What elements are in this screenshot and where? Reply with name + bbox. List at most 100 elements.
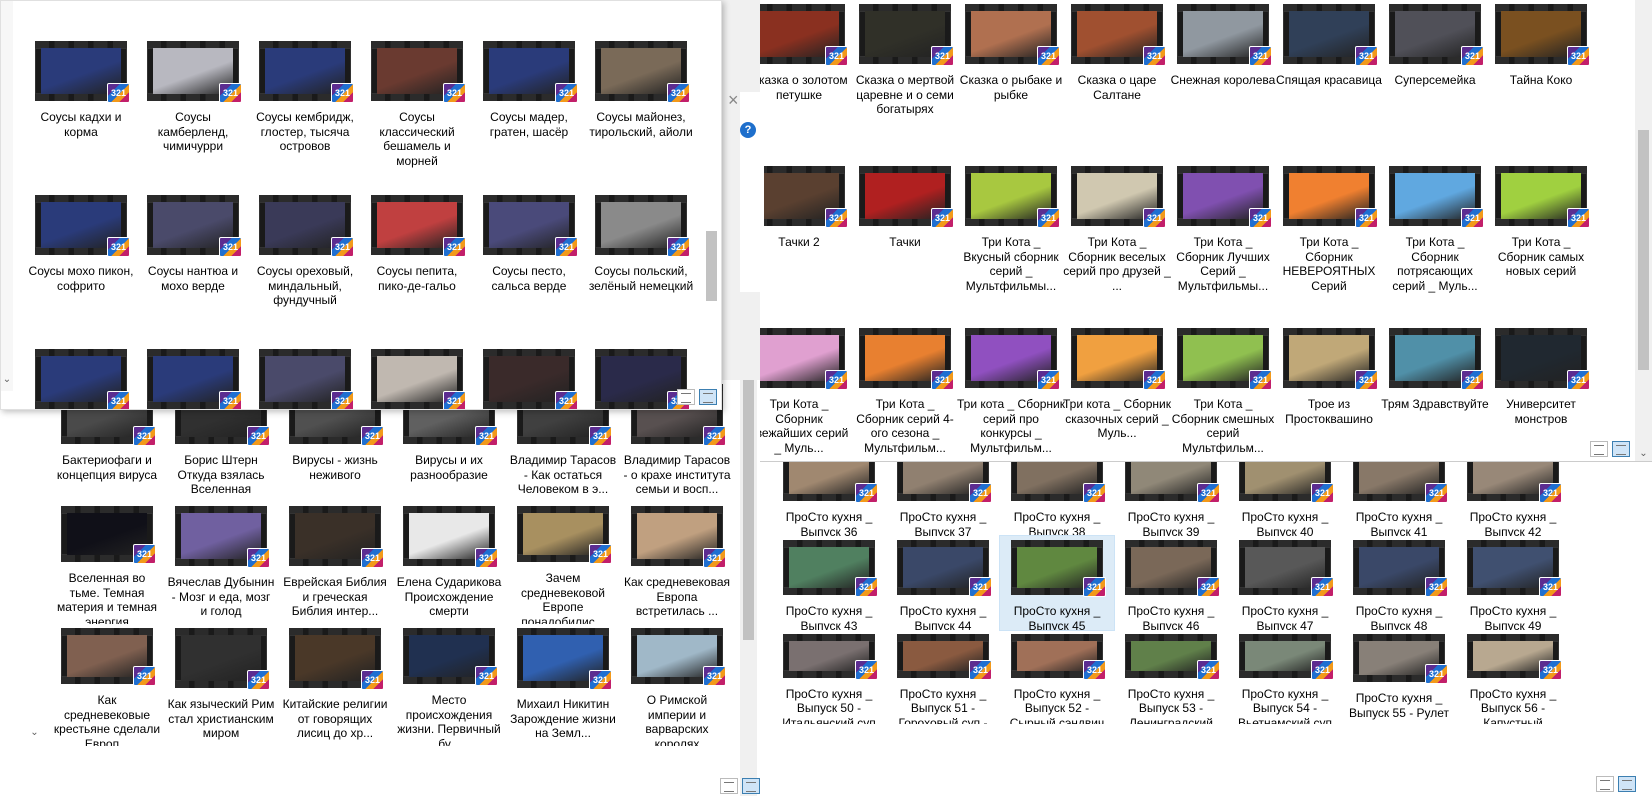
- thumbnail-view-icon[interactable]: [699, 389, 717, 405]
- scroll-down-arrow[interactable]: ⌄: [26, 724, 43, 741]
- file-item[interactable]: 321 Тачки 2: [760, 162, 852, 324]
- view-toggle[interactable]: [1590, 441, 1630, 457]
- left-scrollbar[interactable]: ⌄: [1, 1, 13, 391]
- file-item[interactable]: 321 Три Кота _ Сборник свежайших серий _ …: [760, 324, 852, 461]
- file-item[interactable]: 321 Соусы песто, сальса верде: [473, 191, 585, 345]
- file-item[interactable]: 321 Три Кота _ Сборник самых новых серий: [1488, 162, 1594, 324]
- scroll-down-arrow[interactable]: ⌄: [1, 371, 13, 388]
- file-item[interactable]: 321 Зачем средневековой Европе понадобили…: [506, 502, 620, 624]
- file-item[interactable]: 321 ПроСто кухня _ Выпуск 52 - Сырный сэн…: [1000, 630, 1114, 724]
- scroll-thumb[interactable]: [743, 380, 754, 640]
- file-item[interactable]: 321 Суперсемейка: [1382, 0, 1488, 162]
- file-item[interactable]: 321 О Римской империи и варварских короля…: [620, 624, 734, 746]
- file-item[interactable]: 321 Снежная королева: [1170, 0, 1276, 162]
- file-item[interactable]: 321 ПроСто кухня _ Выпуск 53 - Ленинградс…: [1114, 630, 1228, 724]
- file-label: ПроСто кухня _ Выпуск 51 - Гороховый суп…: [898, 686, 988, 724]
- file-item[interactable]: 321 Трям Здравствуйте: [1381, 324, 1489, 461]
- file-item[interactable]: 321 Соусы мохо пикон, софрито: [25, 191, 137, 345]
- file-item[interactable]: 321 Соусы классический бешамель и морней: [361, 37, 473, 191]
- file-item[interactable]: 321: [473, 345, 585, 409]
- view-toggle[interactable]: [677, 389, 717, 405]
- file-item[interactable]: 321 Вселенная во тьме. Темная материя и т…: [50, 502, 164, 624]
- file-item[interactable]: 321 Три Кота _ Сборник серий 4-ого сезона…: [852, 324, 958, 461]
- file-label: ПроСто кухня _ Выпуск 46: [1127, 604, 1215, 630]
- file-grid: 321 ПроСто кухня _ Выпуск 36 321 ПроСто кух…: [772, 442, 1570, 724]
- file-item[interactable]: 321 ПроСто кухня _ Выпуск 49: [1456, 536, 1570, 630]
- file-item[interactable]: 321 Сказка о царе Салтане: [1064, 0, 1170, 162]
- help-icon[interactable]: ?: [740, 122, 756, 138]
- file-item[interactable]: 321 Вячеслав Дубынин - Мозг и еда, мозг и…: [164, 502, 278, 624]
- file-item[interactable]: 321 Соусы мадер, гратен, шасёр: [473, 37, 585, 191]
- scroll-thumb[interactable]: [706, 231, 717, 301]
- view-toggle[interactable]: [720, 778, 760, 794]
- file-item[interactable]: 321 ПроСто кухня _ Выпуск 47: [1228, 536, 1342, 630]
- view-toggle[interactable]: [1596, 776, 1636, 792]
- file-item[interactable]: 321 Китайские религии от говорящих лисиц …: [278, 624, 392, 746]
- file-item[interactable]: 321: [137, 345, 249, 409]
- scroll-down-arrow[interactable]: ⌄: [1635, 445, 1652, 461]
- file-item[interactable]: 321 Соусы кадхи и корма: [25, 37, 137, 191]
- file-item[interactable]: 321 Три Кота _ Вкусный сборник серий _ Му…: [958, 162, 1064, 324]
- file-item[interactable]: 321 Тачки: [852, 162, 958, 324]
- file-item[interactable]: 321 ПроСто кухня _ Выпуск 43: [772, 536, 886, 630]
- details-view-icon[interactable]: [720, 778, 738, 794]
- file-item[interactable]: 321 ПроСто кухня _ Выпуск 55 - Рулет из т…: [1342, 630, 1456, 724]
- file-item[interactable]: 321 Место происхождения жизни. Первичный …: [392, 624, 506, 746]
- thumbnail-view-icon[interactable]: [1612, 441, 1630, 457]
- file-item[interactable]: 321 Соусы ореховый, миндальный, фундучный: [249, 191, 361, 345]
- file-label: Спящая красавица: [1276, 73, 1382, 87]
- file-item[interactable]: 321 Три Кота _ Сборник Лучших Серий _ Мул…: [1170, 162, 1276, 324]
- file-item[interactable]: 321 Как языческий Рим стал христианским м…: [164, 624, 278, 746]
- file-item[interactable]: 321 Соусы кембридж, глостер, тысяча остро…: [249, 37, 361, 191]
- media-player-badge-icon: 321: [1249, 208, 1272, 228]
- file-item[interactable]: 321 Елена Сударикова Происхождение смерти: [392, 502, 506, 624]
- file-item[interactable]: 321 Три Кота _ Сборник НЕВЕРОЯТНЫХ Серий: [1276, 162, 1382, 324]
- details-view-icon[interactable]: [1590, 441, 1608, 457]
- file-item[interactable]: 321 Сказка о мертвой царевне и о семи бог…: [852, 0, 958, 162]
- file-item[interactable]: 321 Три Кота _ Сборник веселых серий про …: [1063, 162, 1171, 324]
- file-label: ПроСто кухня _ Выпуск 45: [1013, 604, 1101, 630]
- file-item[interactable]: 321 Соусы камберленд, чимичурри: [137, 37, 249, 191]
- file-item[interactable]: 321 Спящая красавица: [1276, 0, 1382, 162]
- file-item[interactable]: 321 ПроСто кухня _ Выпуск 48: [1342, 536, 1456, 630]
- file-item[interactable]: 321: [361, 345, 473, 409]
- close-icon[interactable]: ×: [728, 90, 739, 111]
- vertical-scrollbar[interactable]: [703, 1, 720, 391]
- file-item[interactable]: 321 Как средневековые крестьяне сделали Е…: [50, 624, 164, 746]
- scroll-thumb[interactable]: [1638, 130, 1649, 370]
- video-thumbnail-icon: 321: [61, 628, 156, 687]
- file-item[interactable]: 321 Три кота _ Сборник сказочных серий _ …: [1063, 324, 1171, 461]
- media-player-badge-icon: 321: [247, 670, 270, 690]
- file-item[interactable]: 321 ПроСто кухня _ Выпуск 46: [1114, 536, 1228, 630]
- file-item[interactable]: 321 ПроСто кухня _ Выпуск 56 - Капустный …: [1456, 630, 1570, 724]
- file-item[interactable]: 321 Сказка о рыбаке и рыбке: [958, 0, 1064, 162]
- details-view-icon[interactable]: [1596, 776, 1614, 792]
- file-item[interactable]: 321 ПроСто кухня _ Выпуск 51 - Гороховый …: [886, 630, 1000, 724]
- file-item[interactable]: 321 ПроСто кухня _ Выпуск 45: [999, 535, 1115, 631]
- file-item[interactable]: 321 Соусы пепита, пико-де-гальо: [361, 191, 473, 345]
- file-item[interactable]: 321 Соусы нантюа и мохо верде: [137, 191, 249, 345]
- details-view-icon[interactable]: [677, 389, 695, 405]
- file-item[interactable]: 321 Тайна Коко: [1488, 0, 1594, 162]
- file-item[interactable]: 321 ПроСто кухня _ Выпуск 44: [886, 536, 1000, 630]
- file-item[interactable]: 321 ПроСто кухня _ Выпуск 54 - Вьетнамски…: [1228, 630, 1342, 724]
- thumbnail-view-icon[interactable]: [742, 778, 760, 794]
- media-player-badge-icon: 321: [969, 577, 992, 598]
- file-item[interactable]: 321 Три Кота _ Сборник смешных серий Муль…: [1170, 324, 1276, 461]
- file-item[interactable]: 321 Как средневековая Европа встретилась …: [620, 502, 734, 624]
- vertical-scrollbar[interactable]: [740, 380, 757, 796]
- vertical-scrollbar[interactable]: ⌄: [1635, 0, 1652, 461]
- file-item[interactable]: 321 Три кота _ Сборник серий про конкурсы…: [957, 324, 1065, 461]
- file-item[interactable]: 321 Михаил Никитин Зарождение жизни на Зе…: [506, 624, 620, 746]
- file-item[interactable]: 321 Еврейская Библия и греческая Библия и…: [278, 502, 392, 624]
- thumbnail-view-icon[interactable]: [1618, 776, 1636, 792]
- file-item[interactable]: 321 Три Кота _ Сборник потрясающих серий …: [1382, 162, 1488, 324]
- file-item[interactable]: 321 Университет монстров: [1488, 324, 1594, 461]
- file-item[interactable]: 321: [249, 345, 361, 409]
- file-item[interactable]: 321 Соусы майонез, тирольский, айоли: [585, 37, 697, 191]
- file-item[interactable]: 321 Соусы польский, зелёный немецкий: [585, 191, 697, 345]
- file-item[interactable]: 321: [25, 345, 137, 409]
- file-item[interactable]: 321 ПроСто кухня _ Выпуск 50 - Итальянски…: [772, 630, 886, 724]
- file-item[interactable]: 321 Сказка о золотом петушке: [760, 0, 852, 162]
- file-item[interactable]: 321 Трое из Простоквашино: [1276, 324, 1382, 461]
